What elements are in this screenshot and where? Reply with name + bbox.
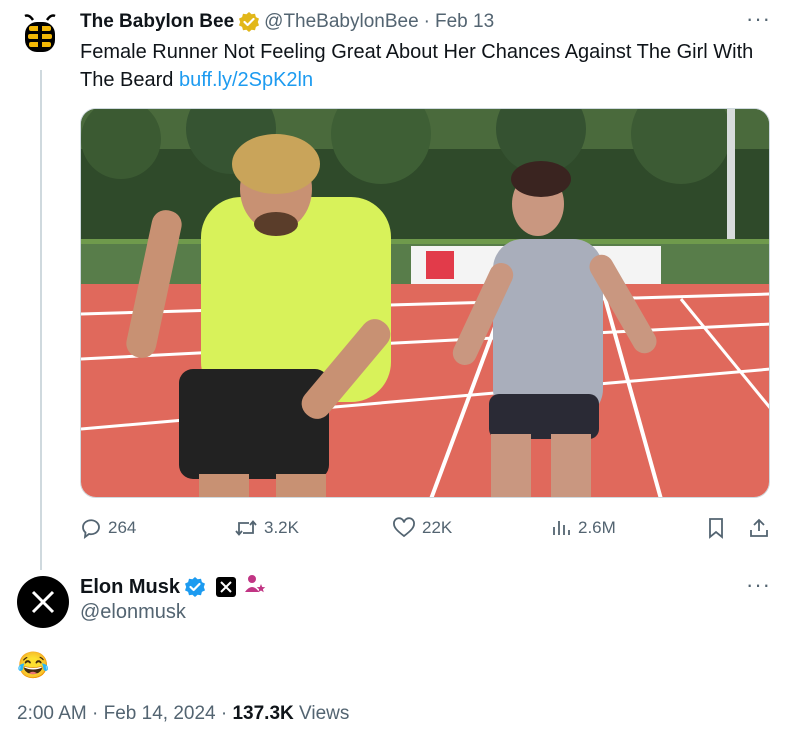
analytics-icon [553,521,570,535]
author-handle[interactable]: @TheBabylonBee [264,11,419,33]
retweet-icon [235,520,257,536]
reply-text-emoji: 😂 [17,650,50,680]
meta-separator-2: · [220,703,228,724]
views-count: 2.6M [578,518,616,537]
thread-line [40,70,42,570]
reply-button[interactable]: 264 [80,512,136,544]
reply-views-label: Views [299,703,350,724]
affiliate-person-star-icon [244,573,266,601]
reply-date[interactable]: Feb 14, 2024 [104,703,216,724]
tweet-link[interactable]: buff.ly/2SpK2ln [179,69,313,91]
share-button[interactable] [748,512,776,544]
reply-views-count: 137.3K [232,703,294,724]
elon-musk-avatar[interactable] [17,576,69,628]
babylon-bee-avatar[interactable] [17,12,63,58]
retweet-button[interactable]: 3.2K [234,512,299,544]
heart-icon [393,517,415,538]
reply-icon [82,519,100,539]
share-icon [750,518,768,537]
like-count: 22K [422,518,453,537]
reply-time[interactable]: 2:00 AM [17,703,87,724]
reply-author-handle[interactable]: @elonmusk [80,601,186,624]
reply-count: 264 [108,518,137,537]
tweet-media-photo[interactable] [80,108,770,498]
more-options-icon[interactable]: ··· [746,6,771,32]
retweet-count: 3.2K [264,518,299,537]
reply-author-name[interactable]: Elon Musk [80,576,180,599]
tweet-date[interactable]: Feb 13 [435,11,494,33]
verified-gold-icon [239,12,260,32]
x-affiliation-badge-icon [216,577,237,597]
bee-logo-icon [24,14,56,52]
bookmark-icon [709,518,723,539]
photo-track-runners-image [81,109,769,497]
tweet-text: Female Runner Not Feeling Great About He… [80,38,770,94]
x-logo-icon [31,590,55,614]
quoted-author-row: The Babylon Bee @TheBabylonBee · Feb 13 [80,10,494,34]
views-button[interactable]: 2.6M [550,512,616,544]
bookmark-button[interactable] [706,512,732,544]
author-name[interactable]: The Babylon Bee [80,11,234,33]
more-options-icon-reply[interactable]: ··· [746,572,771,598]
reply-author-row: Elon Musk [80,574,266,600]
like-button[interactable]: 22K [392,512,452,544]
verified-blue-icon [185,577,206,597]
meta-separator: · [92,703,99,724]
separator-dot: · [423,11,430,32]
reply-meta: 2:00 AM · Feb 14, 2024 · 137.3K Views [17,703,349,725]
